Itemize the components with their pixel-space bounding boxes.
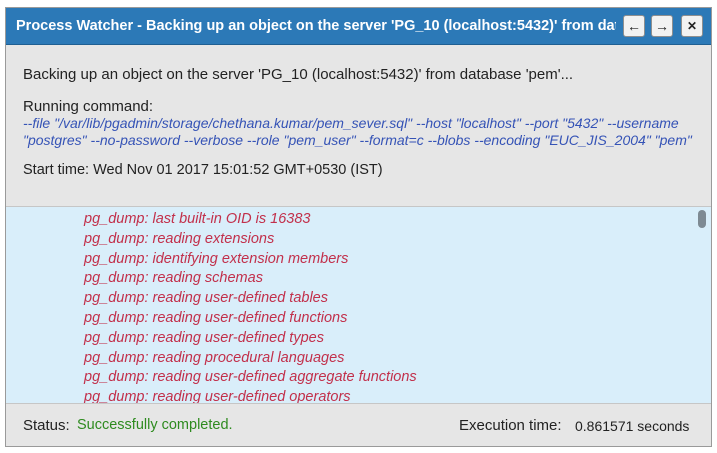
command-text: --file "/var/lib/pgadmin/storage/chethan… xyxy=(23,115,692,148)
log-lines: pg_dump: last built-in OID is 16383 pg_d… xyxy=(84,210,417,404)
process-details: Backing up an object on the server 'PG_1… xyxy=(23,66,703,178)
arrow-left-icon[interactable]: ← xyxy=(623,15,645,37)
process-watcher-dialog: Process Watcher - Backing up an object o… xyxy=(5,7,712,447)
execution-time-label: Execution time: xyxy=(459,417,562,434)
log-line: pg_dump: reading user-defined types xyxy=(84,329,324,346)
log-line: pg_dump: reading user-defined tables xyxy=(84,290,328,307)
log-panel[interactable]: pg_dump: last built-in OID is 16383 pg_d… xyxy=(6,206,711,404)
log-line: pg_dump: identifying extension members xyxy=(84,250,349,267)
close-icon[interactable]: ✕ xyxy=(681,15,703,37)
log-line: pg_dump: reading extensions xyxy=(84,230,275,247)
status-label: Status: xyxy=(23,417,70,434)
log-line: pg_dump: reading user-defined functions xyxy=(84,309,348,326)
process-message: Backing up an object on the server 'PG_1… xyxy=(23,66,574,83)
log-line: pg_dump: reading schemas xyxy=(84,270,263,287)
log-scrollbar-thumb[interactable] xyxy=(698,210,706,228)
execution-time-value: 0.861571 seconds xyxy=(575,418,690,434)
status-bar: Status: Successfully completed. Executio… xyxy=(6,404,711,446)
log-line: pg_dump: reading user-defined operators xyxy=(84,389,351,404)
log-line: pg_dump: reading user-defined aggregate … xyxy=(84,369,417,386)
log-line: pg_dump: reading procedural languages xyxy=(84,349,345,366)
window-title: Process Watcher - Backing up an object o… xyxy=(16,18,616,34)
title-bar[interactable]: Process Watcher - Backing up an object o… xyxy=(6,8,711,45)
arrow-right-icon[interactable]: → xyxy=(651,15,673,37)
running-command-label: Running command: xyxy=(23,98,154,115)
log-line: pg_dump: last built-in OID is 16383 xyxy=(84,211,311,227)
status-value: Successfully completed. xyxy=(77,417,233,433)
start-time: Start time: Wed Nov 01 2017 15:01:52 GMT… xyxy=(23,162,383,178)
